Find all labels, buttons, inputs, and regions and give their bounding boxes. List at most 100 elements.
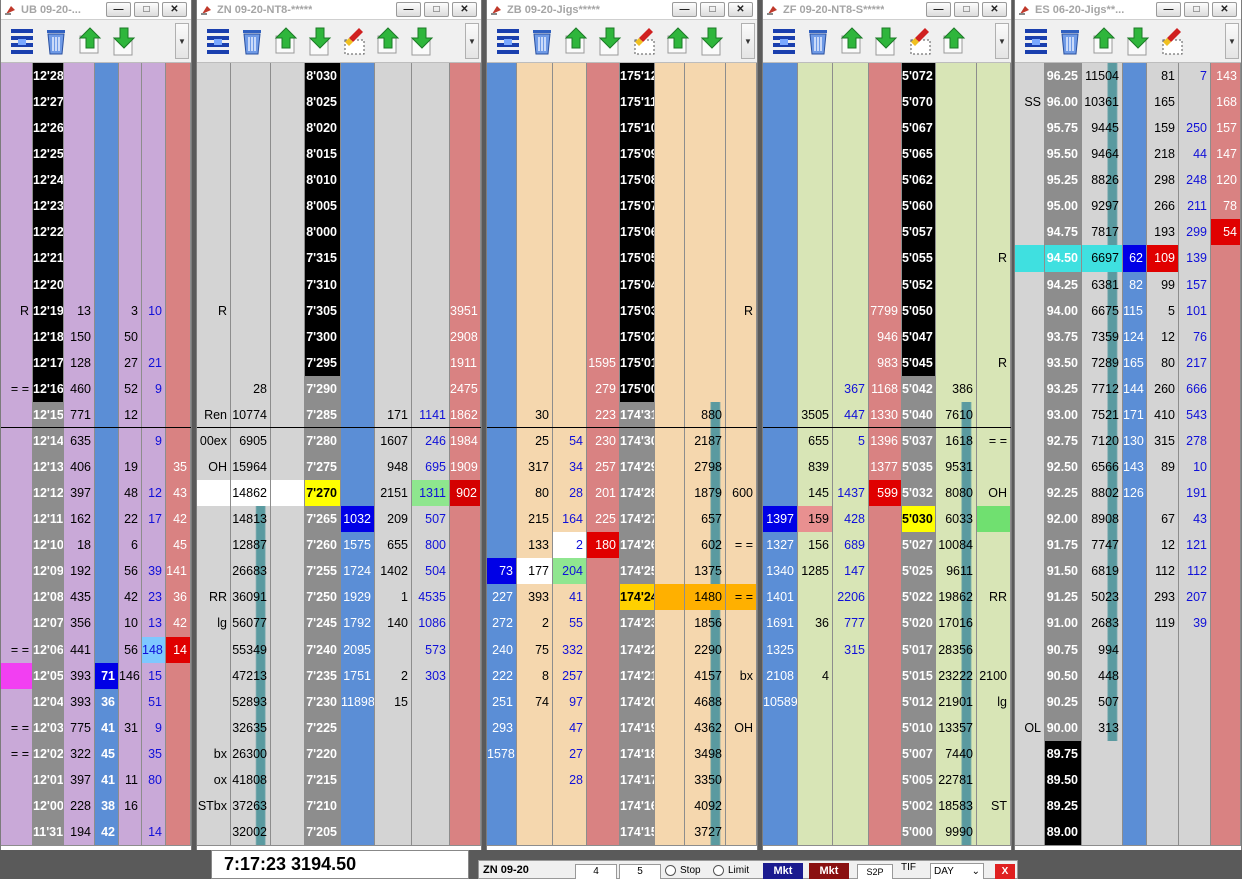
ladder-cell-bid[interactable] bbox=[763, 427, 798, 456]
ladder-cell-volume[interactable] bbox=[1082, 740, 1123, 768]
ladder-cell-bid[interactable]: 10589 bbox=[763, 688, 798, 716]
ladder-cell-prices[interactable]: 5'010 bbox=[902, 714, 936, 742]
ladder-cell-red[interactable] bbox=[869, 662, 902, 690]
ladder-cell-askb[interactable]: 7 bbox=[1179, 63, 1211, 91]
ladder-cell-bid[interactable]: 1401 bbox=[763, 584, 798, 612]
ladder-cell-ask[interactable] bbox=[1147, 792, 1179, 821]
ladder-cell-ask[interactable]: 2151 bbox=[375, 480, 412, 508]
ladder-cell-blank[interactable] bbox=[271, 245, 305, 273]
ladder-cell-b2[interactable] bbox=[798, 219, 833, 247]
ladder-cell-volume[interactable]: 4688 bbox=[685, 688, 726, 716]
ladder-cell-ask[interactable] bbox=[119, 271, 142, 299]
ladder-cell-askb[interactable]: 43 bbox=[1179, 506, 1211, 534]
ladder-cell-notes[interactable] bbox=[197, 480, 231, 508]
ladder-cell-bid[interactable] bbox=[95, 636, 119, 664]
ladder-cell-askb[interactable]: 80 bbox=[142, 766, 166, 794]
ladder-cell-notes[interactable] bbox=[977, 167, 1011, 195]
ladder-cell-red[interactable] bbox=[587, 610, 620, 638]
ladder-cell-red[interactable] bbox=[869, 610, 902, 638]
ladder-cell-volume[interactable]: 10084 bbox=[936, 532, 977, 560]
ladder-cell-askb[interactable]: 800 bbox=[412, 532, 450, 560]
ladder-cell-bid[interactable] bbox=[1123, 141, 1147, 169]
ladder-cell-ask[interactable] bbox=[119, 427, 142, 456]
ladder-cell-b2[interactable] bbox=[517, 792, 553, 821]
ladder-cell-prices[interactable]: 7'285 bbox=[305, 401, 341, 429]
ladder-cell-prices[interactable]: 5'062 bbox=[902, 167, 936, 195]
ladder-cell-prices[interactable]: 12'25 bbox=[33, 141, 64, 169]
ladder-cell-red[interactable]: 225 bbox=[587, 506, 620, 534]
ladder-cell-blank[interactable] bbox=[271, 636, 305, 664]
ladder-cell-red[interactable]: 168 bbox=[1211, 89, 1241, 117]
ladder-cell-volume[interactable]: 8802 bbox=[1082, 480, 1123, 508]
ladder-cell-notes[interactable]: OH bbox=[726, 714, 757, 742]
ladder-cell-prices[interactable]: 12'27 bbox=[33, 89, 64, 117]
ladder-cell-prices[interactable]: 174'21 bbox=[620, 662, 655, 690]
ladder-cell-prices[interactable]: 174'29 bbox=[620, 454, 655, 482]
ladder-cell-bc[interactable] bbox=[655, 401, 685, 429]
ladder-cell-red[interactable] bbox=[869, 193, 902, 221]
ladder-cell-ask[interactable] bbox=[375, 375, 412, 403]
ladder-cell-bid[interactable] bbox=[95, 193, 119, 221]
ladder-cell-bid[interactable] bbox=[341, 193, 375, 221]
close-button[interactable]: ✕ bbox=[982, 2, 1007, 17]
ladder-cell-notes[interactable] bbox=[1, 766, 33, 794]
ladder-cell-b2[interactable] bbox=[517, 323, 553, 351]
ladder-cell-prices[interactable]: 96.25 bbox=[1045, 63, 1082, 91]
ladder-cell-askb[interactable] bbox=[1179, 89, 1211, 117]
ladder-cell-b2[interactable]: 133 bbox=[517, 532, 553, 560]
ladder-cell-askb[interactable]: 250 bbox=[1179, 115, 1211, 143]
ladder-cell-red[interactable]: 1377 bbox=[869, 454, 902, 482]
ladder-cell-volume[interactable] bbox=[1082, 766, 1123, 794]
ladder-cell-prices[interactable]: 12'23 bbox=[33, 193, 64, 221]
ladder-cell-ask[interactable]: 2 bbox=[375, 662, 412, 690]
ladder-cell-red[interactable]: 1595 bbox=[587, 349, 620, 377]
ladder-cell-red[interactable] bbox=[450, 610, 481, 638]
ladder-cell-prices[interactable]: 90.50 bbox=[1045, 662, 1082, 690]
ladder-cell-volume[interactable]: 775 bbox=[64, 714, 95, 742]
ladder-cell-blank[interactable] bbox=[271, 193, 305, 221]
ladder-cell-bid[interactable] bbox=[487, 141, 517, 169]
ladder-cell-ask[interactable] bbox=[375, 297, 412, 325]
ladder-cell-volume[interactable] bbox=[231, 115, 271, 143]
ladder-cell-volume[interactable]: 9531 bbox=[936, 454, 977, 482]
ladder-cell-blank[interactable] bbox=[271, 219, 305, 247]
ladder-cell-b3[interactable]: 47 bbox=[553, 714, 587, 742]
ladder-cell-b3[interactable] bbox=[553, 792, 587, 821]
ladder-cell-prices[interactable]: 5'047 bbox=[902, 323, 936, 351]
ladder-cell-notes[interactable] bbox=[726, 558, 757, 586]
ladder-cell-askb[interactable] bbox=[412, 740, 450, 768]
ladder-cell-askb[interactable]: 217 bbox=[1179, 349, 1211, 377]
ladder-cell-notes[interactable]: = = bbox=[977, 427, 1011, 456]
ladder-cell-volume[interactable] bbox=[685, 89, 726, 117]
ladder-cell-askb[interactable]: 51 bbox=[142, 688, 166, 716]
ladder-cell-red[interactable] bbox=[869, 792, 902, 821]
ladder-cell-notes[interactable] bbox=[977, 141, 1011, 169]
ladder-cell-bc[interactable] bbox=[655, 427, 685, 456]
ladder-cell-ask[interactable] bbox=[375, 792, 412, 821]
ladder-cell-blank[interactable] bbox=[271, 766, 305, 794]
ladder-cell-askb[interactable]: 695 bbox=[412, 454, 450, 482]
ladder-cell-notes[interactable] bbox=[726, 792, 757, 821]
ladder-cell-bid[interactable] bbox=[763, 792, 798, 821]
ladder-cell-ask[interactable] bbox=[119, 63, 142, 91]
ladder-cell-volume[interactable]: 397 bbox=[64, 480, 95, 508]
ladder-cell-bid[interactable] bbox=[95, 454, 119, 482]
ladder-cell-volume[interactable] bbox=[936, 349, 977, 377]
ladder-cell-red[interactable] bbox=[869, 740, 902, 768]
ladder-cell-volume[interactable]: 194 bbox=[64, 819, 95, 847]
ladder-cell-askb[interactable]: 10 bbox=[142, 297, 166, 325]
ladder-cell-red[interactable] bbox=[166, 193, 191, 221]
ladder-cell-red[interactable]: 78 bbox=[1211, 193, 1241, 221]
ladder-cell-notes[interactable]: ox bbox=[197, 766, 231, 794]
ladder-cell-ask[interactable]: 1607 bbox=[375, 427, 412, 456]
ladder-cell-notes[interactable] bbox=[197, 115, 231, 143]
ladder-cell-askb[interactable] bbox=[412, 89, 450, 117]
ladder-cell-notes[interactable] bbox=[197, 193, 231, 221]
ladder-cell-prices[interactable]: 7'245 bbox=[305, 610, 341, 638]
ladder-cell-bid[interactable] bbox=[95, 375, 119, 403]
ladder-cell-ask[interactable] bbox=[119, 740, 142, 768]
ladder-cell-prices[interactable]: 7'295 bbox=[305, 349, 341, 377]
ladder-cell-notes[interactable] bbox=[1, 323, 33, 351]
ladder-cell-askb[interactable] bbox=[412, 167, 450, 195]
ladder-cell-red[interactable]: 983 bbox=[869, 349, 902, 377]
